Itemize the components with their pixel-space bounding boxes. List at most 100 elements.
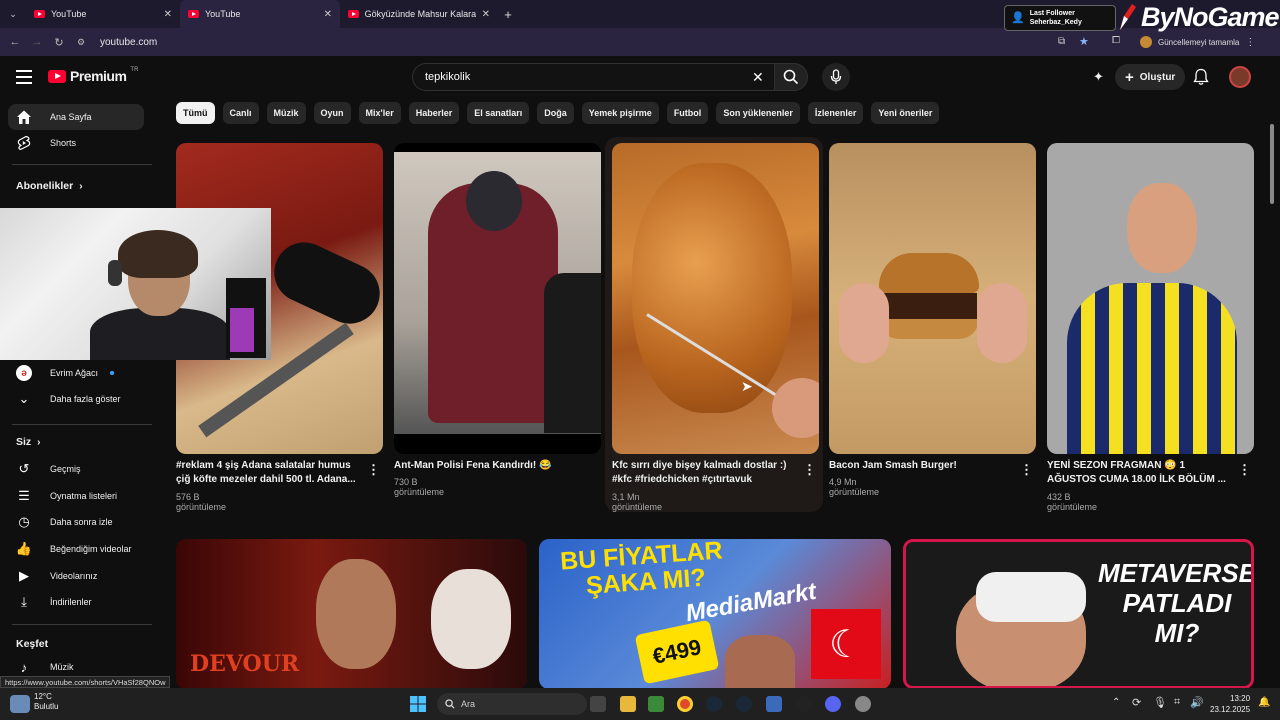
sidebar-item-liked[interactable]: 👍 Beğendiğim videolar: [8, 536, 144, 562]
sidebar-item-playlists[interactable]: ☰ Oynatma listeleri: [8, 483, 144, 509]
short-title[interactable]: YENİ SEZON FRAGMAN 😳 1 AĞUSTOS CUMA 18.0…: [1047, 459, 1233, 489]
youtube-logo[interactable]: Premium TR: [48, 67, 138, 84]
streamer-webcam-overlay: [0, 208, 271, 360]
browser-tab-2[interactable]: YouTube ✕: [180, 0, 340, 28]
sidebar-show-more[interactable]: ⌄ Daha fazla göster: [8, 386, 144, 412]
cast-icon[interactable]: ✦: [1093, 69, 1104, 85]
back-icon[interactable]: ←: [4, 36, 26, 48]
short-thumbnail[interactable]: [394, 143, 601, 454]
taskbar-search[interactable]: Ara: [437, 693, 587, 715]
bookmark-star-icon[interactable]: ★: [1079, 35, 1089, 48]
chip-mixes[interactable]: Mix'ler: [358, 102, 401, 124]
extensions-icon[interactable]: ⧠: [1112, 35, 1120, 46]
volume-icon[interactable]: 🔊: [1190, 696, 1204, 709]
video-thumbnail-2[interactable]: BU FİYATLAR ŞAKA MI? MediaMarkt €499 ☾: [539, 539, 891, 689]
discord-icon[interactable]: [825, 696, 841, 712]
notifications-icon[interactable]: 🔔: [1258, 697, 1270, 708]
task-view-icon[interactable]: [590, 696, 606, 712]
app-icon[interactable]: [766, 696, 782, 712]
sidebar-item-your-videos[interactable]: ▶ Videolarınız: [8, 563, 144, 589]
hamburger-menu-icon[interactable]: [16, 70, 32, 84]
new-tab-button[interactable]: +: [498, 7, 518, 22]
video-thumbnail-1[interactable]: DEVOUR: [176, 539, 527, 689]
chip-football[interactable]: Futbol: [666, 102, 709, 124]
settings-icon[interactable]: [855, 696, 871, 712]
reload-icon[interactable]: ↻: [48, 36, 70, 49]
more-options-icon[interactable]: ⋮: [1238, 462, 1251, 478]
account-avatar[interactable]: [1229, 66, 1251, 88]
short-title[interactable]: #reklam 4 şiş Adana salatalar humus çiğ …: [176, 459, 362, 489]
chrome-icon[interactable]: [677, 696, 693, 712]
sidebar-item-downloads[interactable]: ⤓ İndirilenler: [8, 589, 144, 615]
chip-news[interactable]: Haberler: [408, 102, 460, 124]
video-thumbnail-3[interactable]: METAVERSE PATLADI MI?: [903, 539, 1254, 689]
url-field[interactable]: youtube.com: [100, 37, 157, 48]
chip-new-to-you[interactable]: Yeni öneriler: [871, 102, 940, 124]
chip-recently-uploaded[interactable]: Son yüklenenler: [716, 102, 800, 124]
short-title[interactable]: Kfc sırrı diye bişey kalmadı dostlar :) …: [612, 459, 798, 489]
microphone-tray-icon[interactable]: 🎙: [1153, 696, 1167, 709]
short-thumbnail[interactable]: [1047, 143, 1254, 454]
update-button[interactable]: Güncellemeyi tamamla ⋮: [1140, 36, 1255, 48]
sidebar-item-watch-later[interactable]: ◷ Daha sonra izle: [8, 509, 144, 535]
close-tab-icon[interactable]: ✕: [164, 9, 172, 20]
site-info-icon[interactable]: ⚙: [70, 37, 92, 48]
chip-live[interactable]: Canlı: [222, 102, 259, 124]
sidebar-item-history[interactable]: ↺ Geçmiş: [8, 456, 144, 482]
sidebar-item-shorts[interactable]: Shorts: [8, 130, 144, 156]
clear-search-icon[interactable]: ✕: [752, 69, 764, 86]
tray-app-icon[interactable]: ⟳: [1132, 696, 1141, 709]
chip-all[interactable]: Tümü: [176, 102, 215, 124]
close-tab-icon[interactable]: ✕: [324, 9, 332, 20]
weather-temp: 12°C: [34, 692, 52, 701]
chip-nature[interactable]: Doğa: [537, 102, 574, 124]
chip-music[interactable]: Müzik: [266, 102, 306, 124]
sidebar-item-label: Shorts: [50, 138, 77, 148]
browser-tab-3[interactable]: Gökyüzünde Mahsur Kalarak 30 ✕: [340, 0, 498, 28]
short-title[interactable]: Bacon Jam Smash Burger!: [829, 459, 1015, 474]
menu-dots-icon[interactable]: ⋮: [1245, 37, 1255, 48]
turkey-flag-icon: ☾: [811, 609, 881, 679]
weather-widget[interactable]: 12°C Bulutlu: [34, 692, 58, 712]
more-options-icon[interactable]: ⋮: [367, 462, 380, 478]
close-tab-icon[interactable]: ✕: [482, 9, 490, 20]
chip-watched[interactable]: İzlenenler: [807, 102, 864, 124]
file-explorer-icon[interactable]: [620, 696, 636, 712]
chip-gaming[interactable]: Oyun: [313, 102, 351, 124]
chevron-up-icon[interactable]: ⌃: [1112, 697, 1120, 708]
forward-icon[interactable]: →: [26, 36, 48, 48]
taskbar-clock[interactable]: 13:20 23.12.2025: [1210, 693, 1250, 715]
weather-icon[interactable]: [10, 695, 30, 713]
chip-cooking[interactable]: Yemek pişirme: [581, 102, 659, 124]
voice-search-button[interactable]: [822, 63, 850, 91]
subscriptions-heading[interactable]: Abonelikler ›: [16, 180, 83, 192]
sidebar-divider: [12, 624, 152, 625]
sidebar-item-subscription[interactable]: ə Evrim Ağacı: [8, 360, 144, 386]
steam-icon[interactable]: [736, 696, 752, 712]
windows-start-icon[interactable]: [410, 696, 426, 712]
network-icon[interactable]: ⌗: [1174, 696, 1180, 709]
sidebar-divider: [12, 424, 152, 425]
browser-tab-1[interactable]: YouTube ✕: [26, 0, 180, 28]
sidebar-item-home[interactable]: Ana Sayfa: [8, 104, 144, 130]
search-input[interactable]: tepkikolik: [412, 63, 774, 91]
youtube-play-icon: [48, 69, 66, 83]
steam-icon[interactable]: [706, 696, 722, 712]
chip-crafts[interactable]: El sanatları: [467, 102, 530, 124]
notifications-bell-icon[interactable]: [1193, 68, 1209, 86]
search-button[interactable]: [774, 63, 808, 91]
more-options-icon[interactable]: ⋮: [1020, 462, 1033, 478]
short-title[interactable]: Ant-Man Polisi Fena Kandırdı! 😂: [394, 459, 580, 474]
app-icon[interactable]: [648, 696, 664, 712]
obs-icon[interactable]: [796, 696, 812, 712]
short-thumbnail[interactable]: [829, 143, 1036, 454]
page-scrollbar[interactable]: [1270, 124, 1274, 204]
tab-list-icon[interactable]: ⌄: [0, 9, 26, 20]
install-app-icon[interactable]: ⧉: [1058, 36, 1065, 47]
you-heading[interactable]: Siz ›: [16, 436, 41, 448]
short-thumbnail[interactable]: [612, 143, 819, 454]
antman-helmet-shape: [466, 171, 522, 231]
more-options-icon[interactable]: ⋮: [803, 462, 816, 478]
chevron-down-icon: ⌄: [18, 391, 30, 406]
create-button[interactable]: + Oluştur: [1115, 64, 1186, 90]
